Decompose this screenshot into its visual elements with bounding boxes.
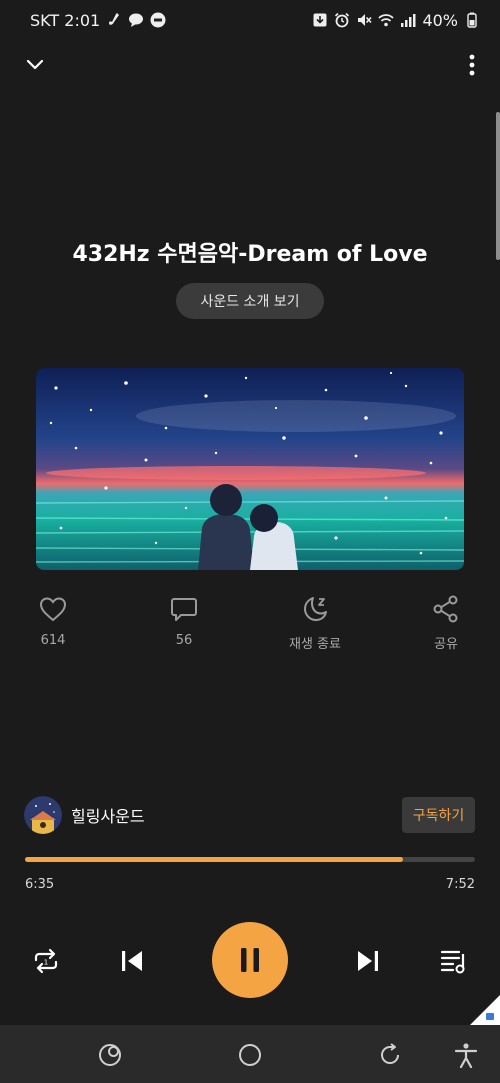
playlist-button[interactable]	[438, 945, 470, 977]
next-button[interactable]	[352, 945, 384, 977]
pause-icon	[241, 948, 259, 972]
channel-info[interactable]: 힐링사운드	[24, 796, 145, 834]
like-button[interactable]: 614	[3, 594, 103, 648]
mute-icon	[356, 12, 373, 28]
sleep-timer-icon	[304, 597, 327, 621]
progress-bar[interactable]	[25, 857, 475, 862]
bixby-icon	[99, 1044, 121, 1066]
collapse-button[interactable]	[22, 52, 48, 78]
album-art	[36, 368, 464, 570]
status-bar: SKT 2:01 40%	[0, 0, 500, 40]
player-topbar	[0, 48, 500, 84]
rotate-icon	[381, 1043, 399, 1064]
lock-app-icon	[150, 12, 166, 28]
home-circle-icon	[239, 1044, 261, 1066]
saxophone-icon	[106, 12, 122, 28]
back-button[interactable]	[377, 1042, 403, 1068]
wifi-icon	[378, 12, 395, 28]
comment-count: 56	[175, 633, 193, 648]
chat-bubble-icon	[128, 12, 144, 28]
repeat-button[interactable]: 1	[30, 945, 62, 977]
comment-button[interactable]: 56	[134, 594, 234, 648]
heart-icon	[39, 597, 67, 622]
home-button[interactable]	[237, 1042, 263, 1068]
sleep-timer-button[interactable]: 재생 종료	[265, 594, 365, 652]
avatar[interactable]	[24, 796, 62, 834]
more-vertical-icon	[469, 54, 475, 76]
playback-controls: 1	[0, 922, 500, 998]
corner-shortcut[interactable]	[470, 995, 500, 1025]
repeat-icon: 1	[34, 948, 58, 974]
previous-button[interactable]	[116, 945, 148, 977]
share-label: 공유	[434, 637, 458, 652]
sleep-timer-label: 재생 종료	[289, 637, 341, 652]
track-title: 432Hz 수면음악-Dream of Love	[72, 242, 428, 267]
status-right: 40%	[312, 11, 480, 30]
playlist-icon	[440, 950, 465, 974]
like-count: 614	[40, 633, 66, 648]
battery-percent: 40%	[422, 10, 458, 30]
accessibility-button[interactable]	[453, 1042, 479, 1068]
total-time: 7:52	[445, 877, 475, 892]
sound-info-button[interactable]: 사운드 소개 보기	[176, 283, 324, 319]
battery-icon	[464, 12, 480, 28]
accessibility-icon	[454, 1043, 478, 1068]
share-icon	[433, 595, 458, 623]
status-left: SKT 2:01	[30, 11, 166, 30]
download-icon	[312, 12, 328, 28]
share-button[interactable]: 공유	[396, 594, 496, 652]
current-time: 6:35	[25, 877, 55, 892]
progress-fill	[25, 857, 403, 862]
subscribe-button[interactable]: 구독하기	[402, 797, 475, 833]
comment-icon	[171, 598, 197, 621]
more-options-button[interactable]	[466, 52, 478, 78]
alarm-icon	[334, 12, 350, 28]
signal-icon	[400, 12, 416, 28]
skip-previous-icon	[122, 951, 142, 971]
channel-name[interactable]: 힐링사운드	[71, 803, 145, 827]
recent-apps-button[interactable]	[97, 1042, 123, 1068]
svg-text:1: 1	[44, 959, 48, 967]
system-nav-bar	[0, 1025, 500, 1083]
pause-button[interactable]	[212, 922, 288, 998]
skip-next-icon	[358, 951, 378, 971]
chevron-down-icon	[26, 59, 44, 70]
action-row: 614 56 재생 종료 공유	[0, 594, 500, 654]
carrier-time: SKT 2:01	[30, 10, 101, 30]
